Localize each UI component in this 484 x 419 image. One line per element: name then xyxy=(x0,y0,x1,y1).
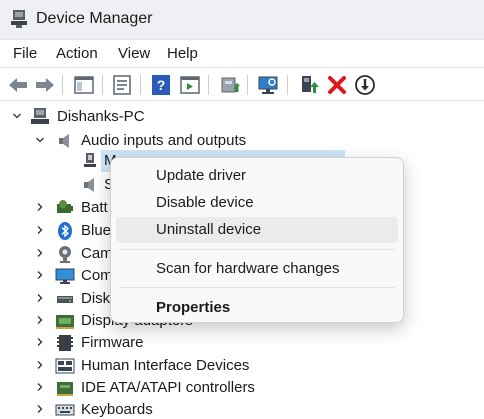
action-pane-icon[interactable] xyxy=(178,73,202,97)
menu-bar: File Action View Help xyxy=(0,41,484,67)
bluetooth-icon xyxy=(55,221,75,241)
chevron-right-icon[interactable] xyxy=(35,268,45,282)
chevron-right-icon[interactable] xyxy=(35,246,45,260)
context-update-driver[interactable]: Update driver xyxy=(116,163,398,189)
context-uninstall-device[interactable]: Uninstall device xyxy=(116,217,398,243)
tree-label-cameras: Cam xyxy=(81,245,113,262)
tree-row-ide-controllers[interactable]: IDE ATA/ATAPI controllers xyxy=(0,377,484,399)
menu-file[interactable]: File xyxy=(13,45,37,62)
tree-label-disk-drives: Disk xyxy=(81,290,111,307)
firmware-icon xyxy=(55,333,75,353)
camera-icon xyxy=(55,244,75,264)
window-title: Device Manager xyxy=(36,10,153,27)
tree-label-bluetooth: Blue xyxy=(81,222,112,239)
device-manager-window: Device Manager File Action View Help ? D… xyxy=(0,0,484,419)
chevron-right-icon[interactable] xyxy=(35,223,45,237)
battery-icon xyxy=(55,198,75,218)
toolbar-separator xyxy=(287,75,288,95)
context-menu: Update driver Disable device Uninstall d… xyxy=(110,157,404,323)
menu-action[interactable]: Action xyxy=(56,45,98,62)
uninstall-device-icon[interactable] xyxy=(325,73,349,97)
toolbar-separator xyxy=(62,75,63,95)
tree-label-ide-controllers: IDE ATA/ATAPI controllers xyxy=(81,379,255,396)
chevron-right-icon[interactable] xyxy=(35,200,45,214)
menu-help[interactable]: Help xyxy=(167,45,198,62)
menu-view[interactable]: View xyxy=(118,45,150,62)
tree-row-audio[interactable]: Audio inputs and outputs xyxy=(0,130,484,152)
context-menu-separator xyxy=(119,287,395,288)
properties-sheet-icon[interactable] xyxy=(110,73,134,97)
chevron-right-icon[interactable] xyxy=(35,291,45,305)
toolbar: ? xyxy=(0,67,484,101)
help-icon[interactable]: ? xyxy=(149,73,173,97)
toolbar-separator xyxy=(208,75,209,95)
keyboard-icon xyxy=(55,400,75,419)
disk-drive-icon xyxy=(55,289,75,309)
chevron-right-icon[interactable] xyxy=(35,402,45,416)
update-driver-icon[interactable] xyxy=(218,73,242,97)
computer-icon xyxy=(55,266,75,286)
tree-row-firmware[interactable]: Firmware xyxy=(0,332,484,354)
enable-device-icon[interactable] xyxy=(297,73,321,97)
context-properties[interactable]: Properties xyxy=(116,295,398,321)
disable-device-icon[interactable] xyxy=(353,73,377,97)
svg-text:?: ? xyxy=(157,77,166,93)
toolbar-separator xyxy=(140,75,141,95)
ide-controller-icon xyxy=(55,378,75,398)
back-arrow-icon[interactable] xyxy=(6,73,30,97)
tree-label-keyboards: Keyboards xyxy=(81,401,153,418)
speaker-icon xyxy=(55,131,75,151)
tree-label-firmware: Firmware xyxy=(81,334,144,351)
chevron-right-icon[interactable] xyxy=(35,358,45,372)
display-adapter-icon xyxy=(55,311,75,331)
tree-label-root: Dishanks-PC xyxy=(57,108,145,125)
chevron-right-icon[interactable] xyxy=(35,380,45,394)
chevron-down-icon[interactable] xyxy=(12,109,22,123)
speaker-icon xyxy=(80,175,100,195)
forward-arrow-icon[interactable] xyxy=(33,73,57,97)
context-menu-separator xyxy=(119,249,395,250)
tree-label-computer: Com xyxy=(81,267,113,284)
tree-label-hid: Human Interface Devices xyxy=(81,357,250,374)
toolbar-separator xyxy=(247,75,248,95)
context-scan-hardware[interactable]: Scan for hardware changes xyxy=(116,256,398,282)
tree-row-keyboards[interactable]: Keyboards xyxy=(0,399,484,419)
context-disable-device[interactable]: Disable device xyxy=(116,190,398,216)
chevron-right-icon[interactable] xyxy=(35,313,45,327)
computer-root-icon xyxy=(30,107,50,127)
chevron-right-icon[interactable] xyxy=(35,335,45,349)
hid-icon xyxy=(55,356,75,376)
chevron-down-icon[interactable] xyxy=(35,133,45,147)
device-manager-app-icon xyxy=(10,9,28,29)
tree-row-root[interactable]: Dishanks-PC xyxy=(0,106,484,128)
scan-hardware-icon[interactable] xyxy=(256,73,280,97)
microphone-icon xyxy=(80,151,100,171)
tree-row-hid[interactable]: Human Interface Devices xyxy=(0,355,484,377)
title-bar: Device Manager xyxy=(0,0,484,40)
tree-label-audio: Audio inputs and outputs xyxy=(81,132,247,149)
toolbar-separator xyxy=(102,75,103,95)
show-hide-console-tree-icon[interactable] xyxy=(72,73,96,97)
tree-label-batteries: Batt xyxy=(81,199,108,216)
